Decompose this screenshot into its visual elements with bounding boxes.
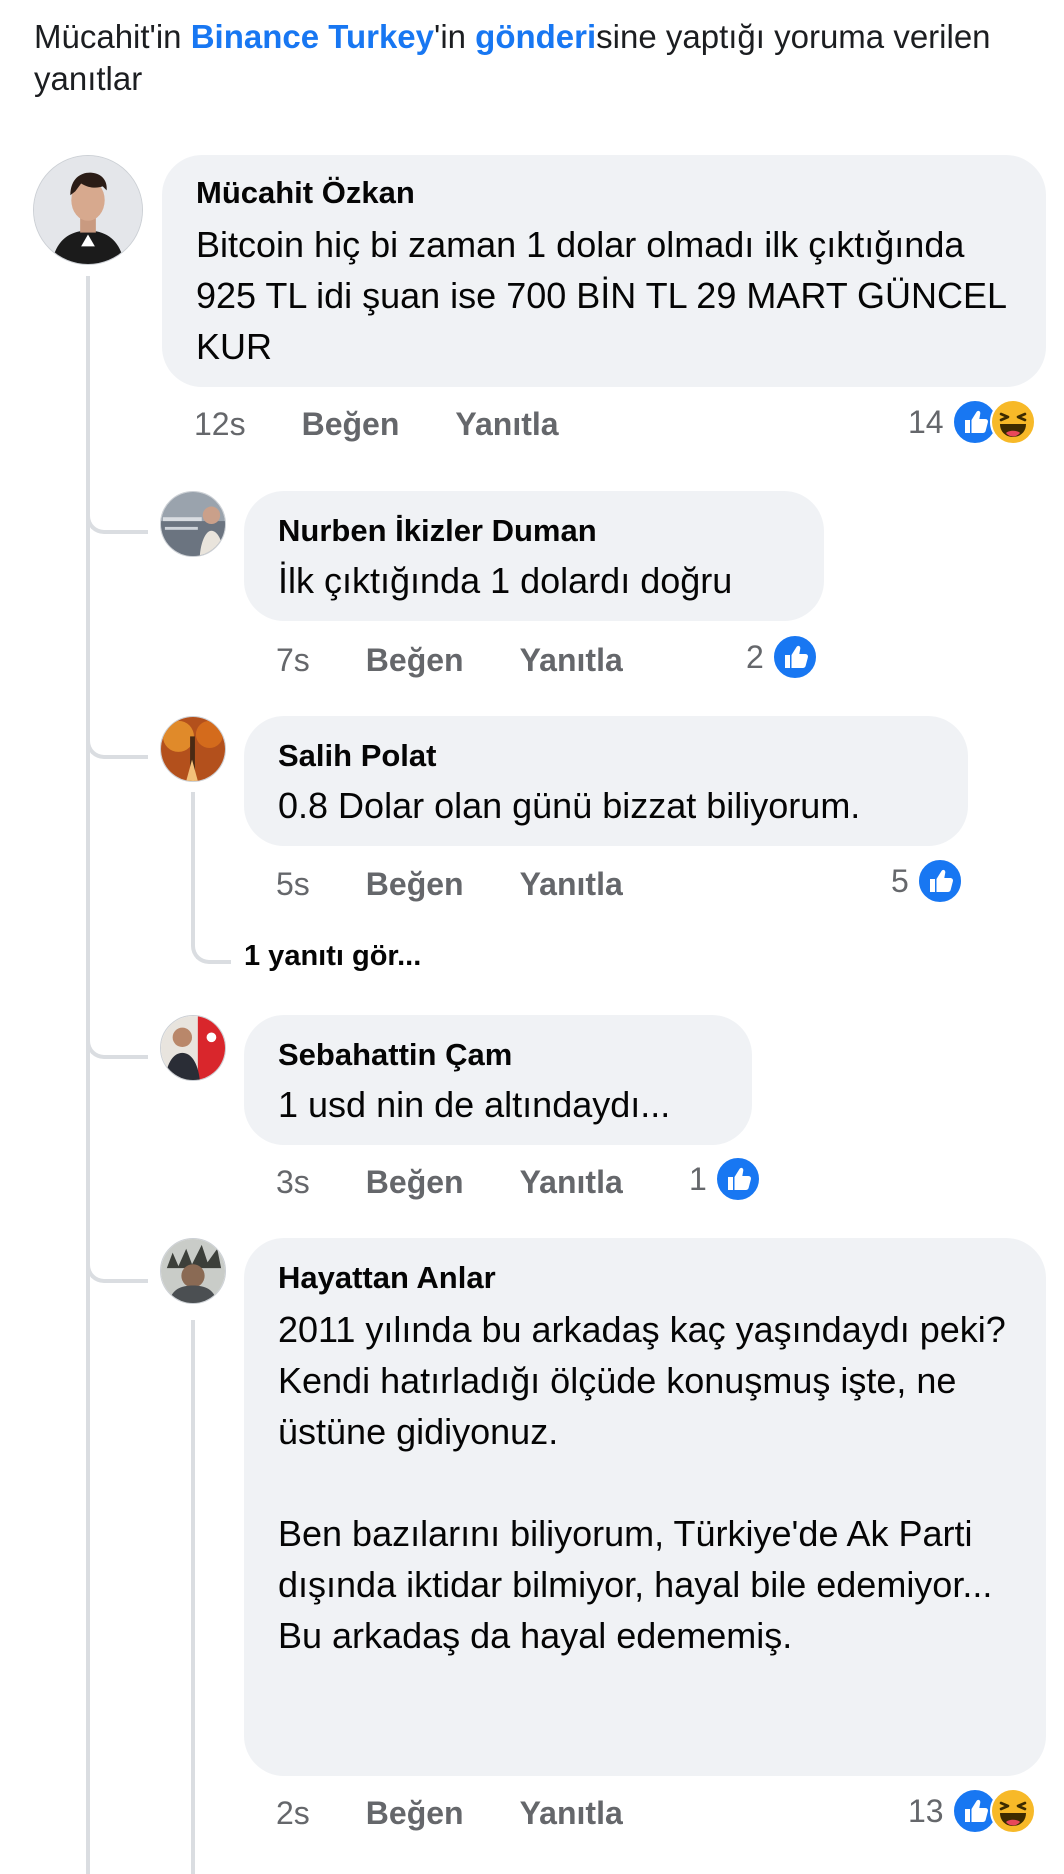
reaction-count: 13 bbox=[908, 1792, 944, 1829]
thread-branch bbox=[86, 470, 148, 534]
comment-author[interactable]: Mücahit Özkan bbox=[196, 173, 1012, 213]
haha-icon bbox=[990, 399, 1036, 445]
header-text-2: 'in bbox=[434, 18, 476, 55]
like-button[interactable]: Beğen bbox=[366, 642, 464, 679]
like-button[interactable]: Beğen bbox=[366, 866, 464, 903]
sub-thread-line bbox=[191, 1320, 195, 1874]
avatar[interactable] bbox=[160, 1015, 226, 1081]
avatar[interactable] bbox=[33, 155, 143, 265]
comment-bubble: Sebahattin Çam 1 usd nin de altındaydı..… bbox=[244, 1015, 752, 1145]
avatar[interactable] bbox=[160, 716, 226, 782]
reaction-count: 5 bbox=[891, 862, 909, 899]
comment-bubble: Mücahit Özkan Bitcoin hiç bi zaman 1 dol… bbox=[162, 155, 1046, 387]
comment-actions: 12s Beğen Yanıtla bbox=[194, 402, 559, 446]
reaction-count: 14 bbox=[908, 403, 944, 440]
post-link[interactable]: gönderi bbox=[475, 18, 596, 55]
header-text-1: Mücahit'in bbox=[34, 18, 191, 55]
reply-button[interactable]: Yanıtla bbox=[455, 406, 558, 443]
comment-author[interactable]: Salih Polat bbox=[278, 736, 934, 776]
reply-button[interactable]: Yanıtla bbox=[520, 1164, 623, 1201]
thread-branch bbox=[86, 1219, 148, 1283]
comment-text: Bitcoin hiç bi zaman 1 dolar olmadı ilk … bbox=[196, 224, 1006, 367]
see-replies-link[interactable]: 1 yanıtı gör... bbox=[244, 940, 421, 973]
like-button[interactable]: Beğen bbox=[302, 406, 400, 443]
sub-thread-branch bbox=[191, 920, 231, 964]
reaction-summary[interactable]: 2 bbox=[746, 633, 818, 681]
comment-author[interactable]: Hayattan Anlar bbox=[278, 1258, 1012, 1298]
reaction-count: 1 bbox=[689, 1160, 707, 1197]
comment-time[interactable]: 3s bbox=[276, 1164, 310, 1201]
reply-button[interactable]: Yanıtla bbox=[520, 866, 623, 903]
reaction-count: 2 bbox=[746, 638, 764, 675]
reply-button[interactable]: Yanıtla bbox=[520, 642, 623, 679]
thread-branch bbox=[86, 995, 148, 1059]
like-icon bbox=[917, 858, 963, 904]
comment-bubble: Salih Polat 0.8 Dolar olan günü bizzat b… bbox=[244, 716, 968, 846]
reply-button[interactable]: Yanıtla bbox=[520, 1795, 623, 1832]
avatar[interactable] bbox=[160, 491, 226, 557]
reaction-summary[interactable]: 13 bbox=[908, 1787, 1036, 1835]
comment-actions: 7s Beğen Yanıtla bbox=[276, 638, 623, 682]
like-icon bbox=[715, 1156, 761, 1202]
comment-text: İlk çıktığında 1 dolardı doğru bbox=[278, 560, 733, 601]
comment-text: 0.8 Dolar olan günü bizzat biliyorum. bbox=[278, 785, 861, 826]
comment-time[interactable]: 2s bbox=[276, 1795, 310, 1832]
reaction-summary[interactable]: 1 bbox=[689, 1155, 761, 1203]
reaction-summary[interactable]: 14 bbox=[908, 398, 1036, 446]
comment-bubble: Nurben İkizler Duman İlk çıktığında 1 do… bbox=[244, 491, 824, 621]
like-icon bbox=[772, 634, 818, 680]
comment-text: 2011 yılında bu arkadaş kaç yaşındaydı p… bbox=[278, 1309, 1006, 1656]
reaction-summary[interactable]: 5 bbox=[891, 857, 963, 905]
comment-bubble: Hayattan Anlar 2011 yılında bu arkadaş k… bbox=[244, 1238, 1046, 1776]
sub-thread-line bbox=[191, 792, 195, 922]
comment-time[interactable]: 7s bbox=[276, 642, 310, 679]
haha-icon bbox=[990, 1788, 1036, 1834]
comment-time[interactable]: 5s bbox=[276, 866, 310, 903]
comment-text: 1 usd nin de altındaydı... bbox=[278, 1084, 671, 1125]
page-link[interactable]: Binance Turkey bbox=[191, 18, 434, 55]
comment-actions: 2s Beğen Yanıtla bbox=[276, 1791, 623, 1835]
replies-header: Mücahit'in Binance Turkey'in gönderisine… bbox=[34, 16, 1044, 100]
comment-time[interactable]: 12s bbox=[194, 406, 246, 443]
comment-actions: 5s Beğen Yanıtla bbox=[276, 862, 623, 906]
like-button[interactable]: Beğen bbox=[366, 1795, 464, 1832]
thread-branch bbox=[86, 695, 148, 759]
comment-author[interactable]: Sebahattin Çam bbox=[278, 1035, 718, 1075]
like-button[interactable]: Beğen bbox=[366, 1164, 464, 1201]
comment-actions: 3s Beğen Yanıtla bbox=[276, 1160, 623, 1204]
comment-author[interactable]: Nurben İkizler Duman bbox=[278, 511, 790, 551]
avatar[interactable] bbox=[160, 1238, 226, 1304]
